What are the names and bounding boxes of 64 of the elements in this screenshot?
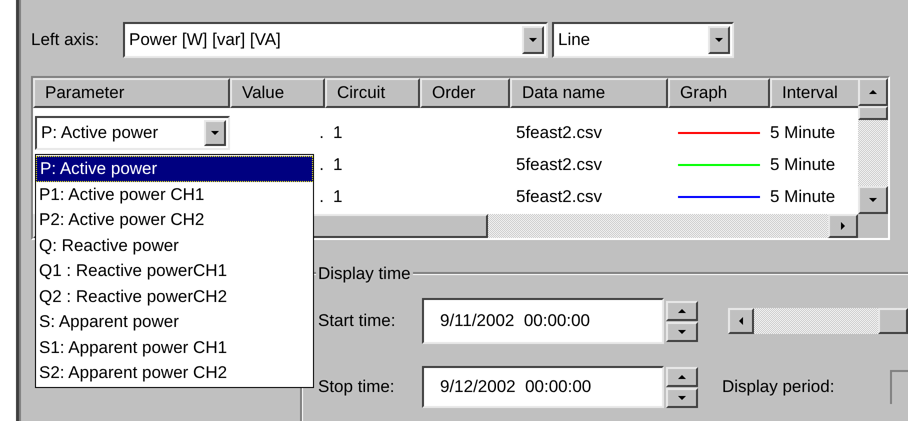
table-cell-text: . [318, 154, 325, 176]
vertical-scrollbar[interactable] [858, 78, 888, 214]
start-time-field[interactable]: 9/11/2002 00:00:00 [422, 298, 664, 344]
scroll-right-button[interactable] [828, 214, 858, 238]
caret-down-icon [715, 38, 723, 42]
stop-time-field[interactable]: 9/12/2002 00:00:00 [422, 366, 664, 408]
dropdown-button[interactable] [204, 120, 226, 146]
table-cell-text: 5feast2.csv [515, 154, 603, 176]
caret-up-icon [869, 90, 877, 94]
stop-time-label: Stop time: [318, 376, 396, 398]
slider-left-button[interactable] [728, 308, 754, 334]
display-period-label: Display period: [722, 376, 834, 398]
chart-style-dropdown[interactable]: Line [552, 22, 734, 58]
table-cell-text: 5feast2.csv [515, 186, 603, 208]
scroll-down-button[interactable] [858, 186, 888, 214]
column-header[interactable]: Interval [770, 78, 860, 108]
scrollbar-corner [858, 214, 888, 238]
caret-down-icon [678, 396, 686, 400]
start-time-label: Start time: [318, 310, 396, 332]
table-cell-text: 1 [332, 122, 344, 144]
column-header[interactable]: Graph [668, 78, 770, 108]
dropdown-option[interactable]: P: Active power [36, 156, 313, 182]
dropdown-option[interactable]: Q1 : Reactive powerCH1 [36, 258, 313, 284]
column-header[interactable]: Parameter [33, 78, 230, 108]
caret-down-icon [869, 198, 877, 202]
table-cell-text: 5feast2.csv [515, 122, 603, 144]
dropdown-button[interactable] [522, 26, 544, 54]
dropdown-button[interactable] [708, 26, 730, 54]
slider-thumb[interactable] [878, 308, 908, 334]
caret-up-icon [678, 374, 686, 378]
table-cell-text: 5 Minute [770, 122, 836, 144]
table-cell-text: 1 [332, 186, 344, 208]
dropdown-option[interactable]: P1: Active power CH1 [36, 182, 313, 207]
table-cell-text: 5 Minute [770, 154, 836, 176]
dropdown-option[interactable]: P2: Active power CH2 [36, 207, 313, 232]
column-header[interactable]: Order [420, 78, 510, 108]
table-cell-text: . [318, 186, 325, 208]
dropdown-option[interactable]: S1: Apparent power CH1 [36, 334, 313, 360]
table-cell-text: 1 [332, 154, 344, 176]
caret-up-icon [678, 308, 686, 312]
spin-down-button[interactable] [666, 388, 698, 408]
table-cell-text: 5 Minute [770, 186, 836, 208]
column-header[interactable]: Circuit [325, 78, 420, 108]
spin-down-button[interactable] [666, 322, 698, 342]
caret-down-icon [211, 131, 219, 135]
scroll-thumb[interactable] [858, 106, 888, 120]
parameter-dropdown[interactable]: P: Active power [35, 116, 230, 150]
caret-down-icon [529, 38, 537, 42]
table-cell-text: . [318, 122, 325, 144]
caret-left-icon [739, 317, 743, 325]
left-axis-label: Left axis: [31, 29, 100, 52]
left-axis-dropdown[interactable]: Power [W] [var] [VA] [123, 22, 548, 58]
dropdown-option[interactable]: Q: Reactive power [36, 232, 313, 258]
spin-up-button[interactable] [666, 366, 698, 386]
column-header[interactable]: Value [230, 78, 325, 108]
scroll-up-button[interactable] [858, 78, 888, 106]
dropdown-option[interactable]: S: Apparent power [36, 309, 313, 334]
caret-down-icon [678, 330, 686, 334]
dropdown-option[interactable]: Q2 : Reactive powerCH2 [36, 284, 313, 309]
dropdown-option[interactable]: S2: Apparent power CH2 [36, 360, 313, 386]
spin-up-button[interactable] [666, 300, 698, 320]
caret-right-icon [841, 222, 845, 230]
parameter-dropdown-list[interactable]: P: Active power P1: Active power CH1 P2: Active power CH2 Q: Reactive power Q1 : Reactive powerCH1 Q2 : Reactive powerCH2 S: Apparent power S1: Apparent power CH1 S2: Apparent power CH2 [35, 154, 314, 388]
column-header[interactable]: Data name [510, 78, 668, 108]
